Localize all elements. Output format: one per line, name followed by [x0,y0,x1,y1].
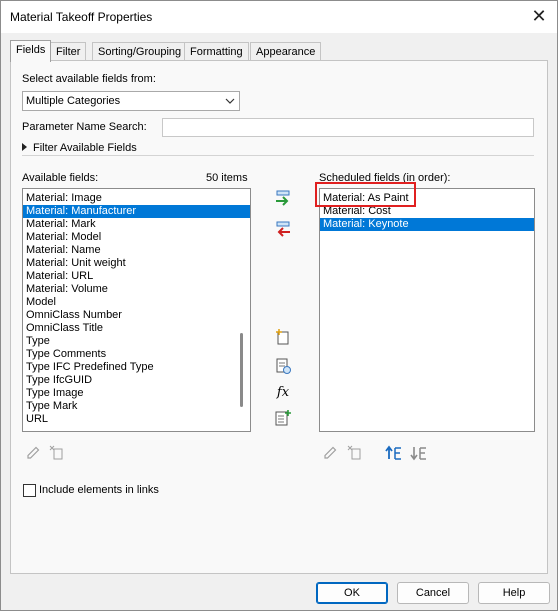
move-down-button[interactable] [409,443,429,463]
list-item[interactable]: Material: Name [23,244,250,257]
delete-parameter-icon [49,445,63,460]
title-bar: Material Takeoff Properties ✕ [1,1,557,33]
new-parameter-icon [276,329,289,345]
fields-from-value: Multiple Categories [26,95,121,107]
help-button[interactable]: Help [478,582,550,604]
divider [22,155,534,156]
list-item[interactable]: Material: Mark [23,218,250,231]
available-fields-label: Available fields: [22,172,99,184]
pencil-icon [27,446,40,459]
scrollbar-thumb[interactable] [240,333,243,407]
list-item[interactable]: URL [23,413,250,426]
move-down-icon [410,447,426,461]
fields-from-dropdown[interactable]: Multiple Categories [22,91,240,111]
move-up-icon [385,445,401,460]
include-links-label: Include elements in links [39,484,159,496]
edit-scheduled-parameter-button[interactable] [320,443,340,463]
new-parameter-button[interactable] [273,327,293,347]
list-item[interactable]: Type Comments [23,348,250,361]
filter-available-fields-expander[interactable]: Filter Available Fields [22,142,137,154]
list-item[interactable]: Material: Image [23,192,250,205]
available-fields-list[interactable]: Material: Image Material: Manufacturer M… [22,188,251,432]
close-button[interactable]: ✕ [527,5,551,29]
list-item[interactable]: Material: URL [23,270,250,283]
ok-button[interactable]: OK [316,582,388,604]
remove-parameter-button[interactable] [273,220,293,240]
cancel-button[interactable]: Cancel [397,582,469,604]
list-item[interactable]: Material: Keynote [320,218,534,231]
add-calculated-parameter-button[interactable] [273,356,293,376]
delete-parameter-button[interactable] [47,443,67,463]
tab-formatting[interactable]: Formatting [184,42,249,61]
delete-parameter-icon [347,445,361,460]
edit-parameter-button[interactable] [23,443,43,463]
add-parameter-icon [276,190,290,206]
list-item[interactable]: OmniClass Number [23,309,250,322]
list-item[interactable]: Type Image [23,387,250,400]
fx-button[interactable]: fx [273,382,293,402]
dialog-window: Material Takeoff Properties ✕ Fields Fil… [0,0,558,611]
list-item[interactable]: Type IFC Predefined Type [23,361,250,374]
filter-available-fields-label: Filter Available Fields [33,142,137,154]
remove-parameter-icon [276,221,290,237]
list-item[interactable]: Type Mark [23,400,250,413]
available-fields-count: 50 items [206,172,248,184]
delete-scheduled-parameter-button[interactable] [345,443,365,463]
combine-parameters-icon [275,410,291,426]
parameter-search-label: Parameter Name Search: [22,121,147,133]
list-item[interactable]: OmniClass Title [23,322,250,335]
combine-parameters-button[interactable] [273,408,293,428]
fx-icon: fx [276,384,290,400]
window-title: Material Takeoff Properties [10,10,153,24]
list-item[interactable]: Material: Model [23,231,250,244]
tab-sorting-grouping[interactable]: Sorting/Grouping [92,42,188,61]
pencil-icon [324,446,337,459]
list-item[interactable]: Material: Manufacturer [23,205,250,218]
tab-fields[interactable]: Fields [10,40,52,62]
annotation-highlight-box [315,182,416,207]
list-item[interactable]: Type [23,335,250,348]
list-item[interactable]: Material: Unit weight [23,257,250,270]
list-item[interactable]: Model [23,296,250,309]
list-item[interactable]: Material: Volume [23,283,250,296]
list-item[interactable]: Type IfcGUID [23,374,250,387]
expand-arrow-icon [22,143,27,151]
chevron-down-icon [225,94,235,110]
include-links-checkbox[interactable] [23,484,36,497]
scheduled-fields-list[interactable]: Material: As Paint Material: Cost Materi… [319,188,535,432]
tab-appearance[interactable]: Appearance [250,42,322,61]
fields-from-label: Select available fields from: [22,73,156,85]
add-calculated-parameter-icon [276,358,291,374]
move-up-button[interactable] [384,443,404,463]
parameter-search-input[interactable] [162,118,534,137]
tab-filter[interactable]: Filter [50,42,87,61]
add-parameter-button[interactable] [273,189,293,209]
